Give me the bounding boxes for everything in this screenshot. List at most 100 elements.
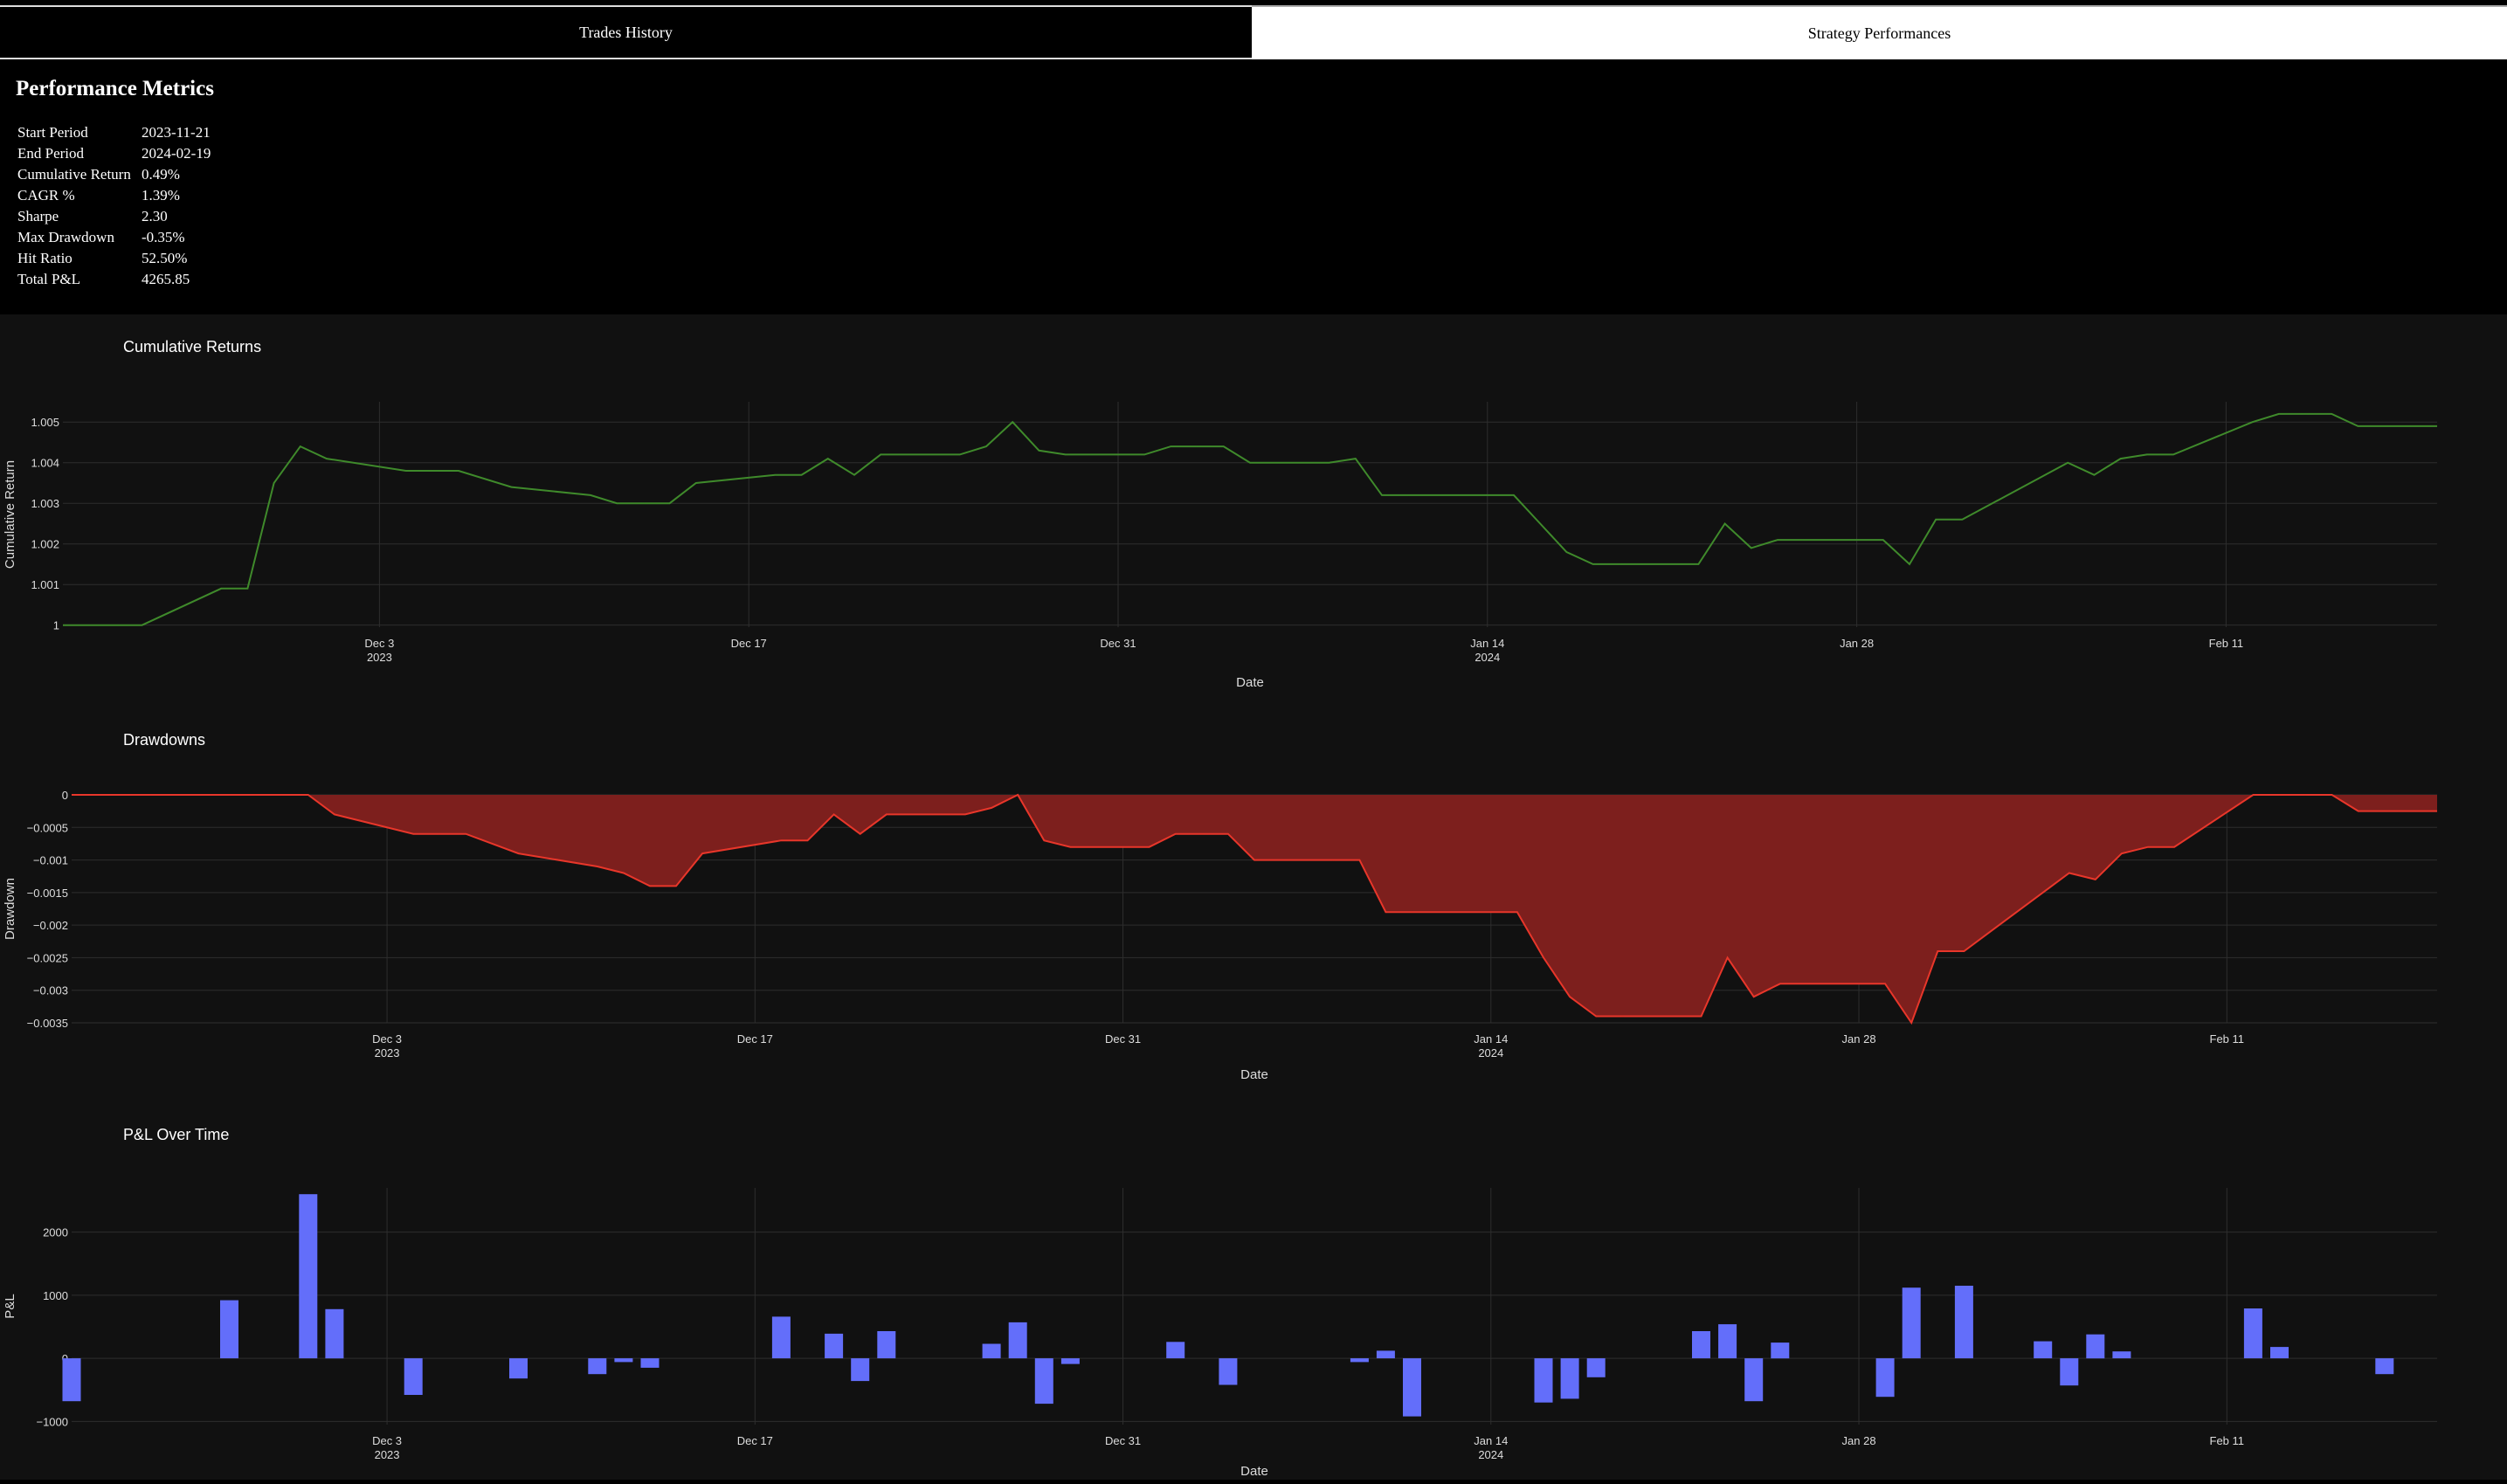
data-point: [2119, 458, 2122, 460]
data-point: [2277, 412, 2280, 415]
pnl-bar: [404, 1358, 423, 1395]
data-point: [964, 813, 967, 816]
x-tick-label: Dec 31: [1100, 637, 1136, 650]
pnl-bar: [1403, 1358, 1421, 1417]
metric-value: 52.50%: [142, 250, 188, 266]
data-point: [2251, 421, 2254, 424]
y-tick-label: 0: [62, 789, 68, 802]
drawdown-area: [72, 795, 2437, 1023]
tab-trades-history[interactable]: Trades History: [0, 5, 1252, 59]
pnl-bar: [509, 1358, 528, 1379]
data-point: [1910, 1022, 1913, 1025]
data-point: [642, 502, 645, 505]
metric-value: 2023-11-21: [142, 124, 211, 141]
pnl-bar: [1744, 1358, 1764, 1402]
pnl-bar: [825, 1333, 844, 1359]
data-point: [307, 794, 309, 797]
tab-bar: Trades History Strategy Performances: [0, 5, 2507, 59]
data-point: [2436, 810, 2439, 812]
tab-strategy-performances[interactable]: Strategy Performances: [1252, 5, 2507, 59]
data-point: [2331, 794, 2333, 797]
y-axis-label: P&L: [3, 1294, 17, 1318]
metric-label: Start Period: [17, 124, 88, 141]
metric-label: Total P&L: [17, 271, 81, 287]
data-point: [1777, 539, 1779, 542]
data-point: [1513, 494, 1516, 496]
y-tick-label: 1.004: [31, 457, 59, 470]
x-tick-label: Dec 17: [737, 1434, 773, 1447]
data-point: [1017, 794, 1019, 797]
data-point: [596, 866, 598, 868]
data-point: [1064, 453, 1067, 456]
data-point: [2172, 453, 2175, 456]
pnl-bar: [982, 1343, 1001, 1359]
data-point: [1884, 983, 1887, 985]
data-point: [1778, 983, 1781, 985]
y-tick-label: −0.002: [33, 919, 68, 932]
data-point: [616, 502, 618, 505]
data-point: [2357, 424, 2359, 427]
data-point: [1411, 911, 1413, 914]
y-tick-label: −0.0015: [27, 887, 68, 900]
data-point: [1700, 1015, 1702, 1018]
data-point: [1592, 563, 1594, 565]
data-point: [299, 445, 301, 448]
data-point: [859, 832, 861, 835]
data-point: [885, 813, 887, 816]
pnl-bar: [1875, 1358, 1895, 1398]
y-tick-label: 1.003: [31, 497, 59, 510]
y-axis-label: Cumulative Return: [3, 460, 17, 569]
data-point: [465, 832, 467, 835]
pnl-bar: [640, 1358, 660, 1368]
data-point: [774, 473, 777, 476]
y-axis-label: Drawdown: [3, 878, 17, 940]
pnl-bar: [1534, 1358, 1553, 1403]
pnl-bar: [1034, 1358, 1053, 1405]
data-point: [1354, 458, 1357, 460]
data-point: [1516, 911, 1518, 914]
data-point: [675, 885, 678, 887]
data-point: [2278, 794, 2281, 797]
metrics-table: Start Period 2023-11-21 End Period 2024-02…: [17, 122, 211, 290]
data-point: [1726, 956, 1729, 959]
data-point: [228, 794, 231, 797]
x-tick-label: Jan 14: [1470, 637, 1504, 650]
pnl-bar: [1954, 1286, 1973, 1359]
x-tick-label: Jan 28: [1842, 1032, 1876, 1046]
data-point: [333, 813, 335, 816]
data-point: [1038, 449, 1040, 452]
data-point: [62, 624, 65, 626]
data-point: [1069, 846, 1072, 848]
y-tick-label: 1000: [43, 1289, 68, 1302]
chart-area: Drawdowns Dec 32023 Dec 17 Dec 31 Jan 142024…: [3, 731, 2439, 1082]
metric-label: CAGR %: [17, 187, 75, 204]
x-tick-label: Dec 3: [364, 637, 394, 650]
data-point: [780, 839, 783, 842]
charts-svg: Cumulative ReturnsDec 32023Dec 17 Dec 31 J…: [3, 338, 2439, 1479]
data-point: [517, 852, 520, 855]
chart-title: Drawdowns: [123, 731, 205, 749]
y-tick-label: 1.002: [31, 538, 59, 551]
data-point: [1196, 445, 1198, 448]
data-point: [2357, 810, 2359, 812]
chart-line: Cumulative Returns Dec 32023 Dec 17 Dec 31 J…: [3, 338, 2439, 690]
x-tick-label: Jan 14: [1474, 1434, 1508, 1447]
y-tick-label: 1: [53, 619, 59, 632]
metrics-title: Performance Metrics: [16, 77, 214, 100]
data-point: [254, 794, 257, 797]
data-point: [2436, 424, 2439, 427]
pnl-bar: [2060, 1358, 2079, 1386]
pnl-bar: [771, 1316, 791, 1359]
metric-value: 1.39%: [142, 187, 180, 204]
metric-value: 2024-02-19: [142, 145, 211, 162]
pnl-bar: [1376, 1350, 1395, 1359]
x-tick-year-label: 2024: [1478, 1448, 1503, 1461]
data-point: [1539, 522, 1542, 525]
data-point: [1407, 494, 1410, 496]
x-tick-label: Jan 14: [1474, 1032, 1508, 1046]
metric-row: CAGR % 1.39%: [17, 185, 211, 206]
y-tick-label: −0.001: [33, 854, 68, 867]
data-point: [1723, 522, 1726, 525]
data-point: [1043, 839, 1046, 842]
data-point: [2093, 473, 2096, 476]
